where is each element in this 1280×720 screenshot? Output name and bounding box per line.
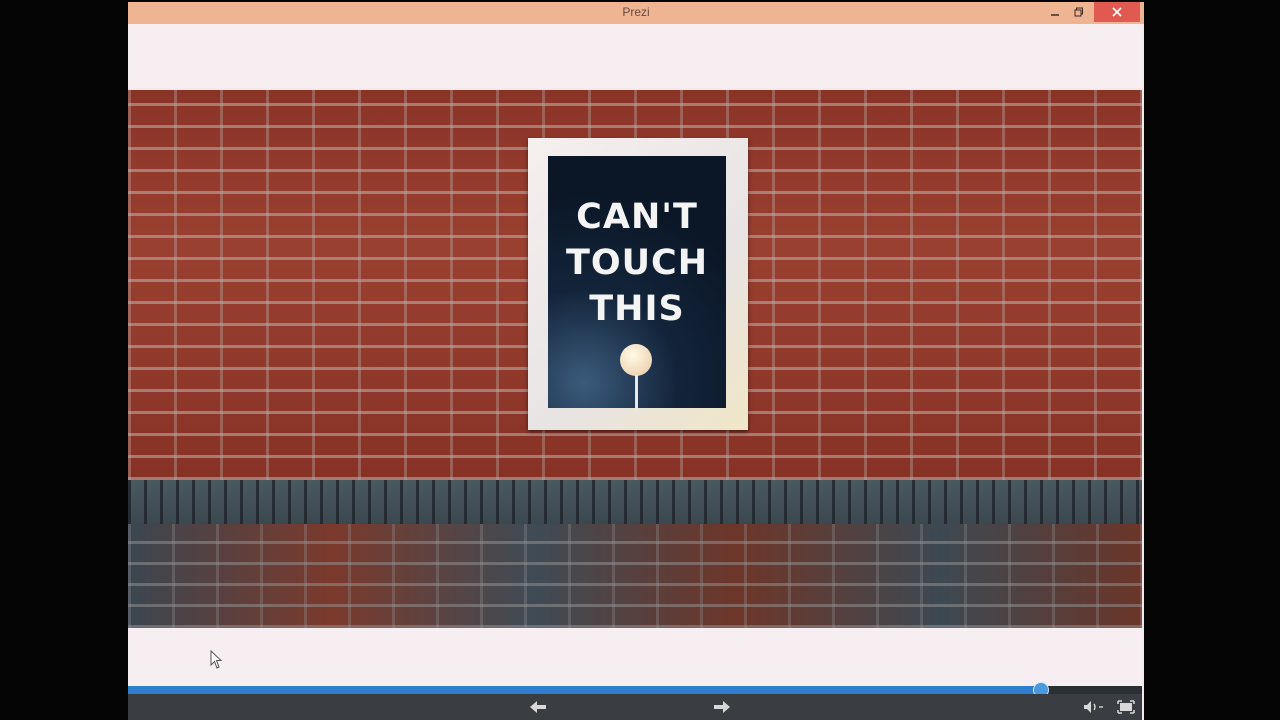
maximize-icon	[1074, 7, 1083, 17]
poster-text: CAN'T TOUCH THIS	[548, 194, 726, 332]
minimize-button[interactable]	[1044, 2, 1066, 22]
progress-bar[interactable]	[128, 682, 1142, 698]
blue-brick-wall	[128, 480, 1142, 628]
desktop-screen: Prezi CAN'T TOUCH THIS	[0, 0, 1280, 720]
close-button[interactable]	[1094, 2, 1140, 22]
next-button[interactable]	[710, 697, 734, 717]
lollipop-head	[620, 344, 652, 376]
volume-icon	[1084, 701, 1103, 713]
window-title: Prezi	[622, 5, 650, 19]
progress-fill	[128, 686, 1041, 694]
poster-frame: CAN'T TOUCH THIS	[528, 138, 748, 430]
maximize-button[interactable]	[1068, 2, 1090, 22]
poster: CAN'T TOUCH THIS	[548, 156, 726, 411]
fullscreen-button[interactable]	[1114, 697, 1138, 717]
minimize-icon	[1051, 14, 1059, 16]
poster-line-1: CAN'T	[576, 197, 698, 237]
poster-line-2: TOUCH	[565, 243, 709, 283]
volume-button[interactable]	[1080, 697, 1110, 717]
brick-band	[128, 524, 1142, 628]
fullscreen-icon	[1117, 700, 1135, 714]
title-bar[interactable]: Prezi	[128, 2, 1144, 24]
arrow-right-icon	[714, 701, 730, 713]
close-icon	[1112, 7, 1122, 17]
arrow-left-icon	[530, 701, 546, 713]
top-margin	[128, 24, 1142, 88]
previous-button[interactable]	[526, 697, 550, 717]
lollipop-stick	[635, 375, 638, 411]
prezi-window: Prezi CAN'T TOUCH THIS	[128, 2, 1144, 720]
presentation-slide[interactable]: CAN'T TOUCH THIS	[128, 90, 1142, 628]
navigation-bar	[128, 694, 1142, 720]
mouse-cursor-icon	[210, 650, 223, 669]
poster-line-3: THIS	[589, 289, 685, 329]
bottom-margin	[128, 628, 1142, 686]
